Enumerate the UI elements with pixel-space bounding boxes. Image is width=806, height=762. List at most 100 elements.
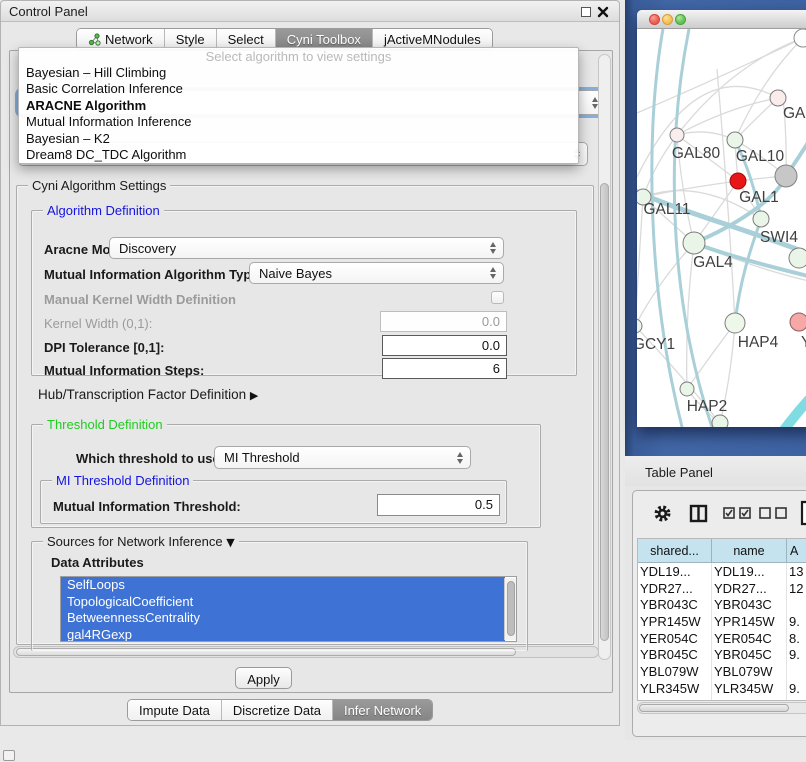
network-node-hap2[interactable] [680, 382, 694, 396]
table-row[interactable]: YDR27...YDR27...12 [638, 580, 806, 597]
close-icon[interactable] [597, 6, 609, 18]
column-header[interactable]: shared... [638, 539, 712, 562]
kernel-width-label: Kernel Width (0,1): [44, 316, 152, 331]
mi-algorithm-type-combobox[interactable]: Naive Bayes [249, 262, 504, 284]
table-cell: 9. [787, 646, 806, 663]
new-table-icon[interactable] [800, 500, 806, 526]
network-node-gal[interactable] [770, 90, 786, 106]
table-row[interactable]: YBR045CYBR045C9. [638, 646, 806, 663]
table-cell: YBR045C [638, 646, 712, 663]
table-cell: 9. [787, 613, 806, 630]
table-horizontal-scrollbar[interactable] [637, 702, 806, 714]
tab-discretize-data[interactable]: Discretize Data [222, 700, 333, 720]
cyni-algorithm-settings-group: Cyni Algorithm Settings Algorithm Defini… [16, 185, 594, 645]
algorithm-option[interactable]: Mutual Information Inference [19, 114, 578, 130]
tab-jactivemnodules[interactable]: jActiveMNodules [373, 29, 492, 49]
mi-steps-label: Mutual Information Steps: [44, 363, 204, 378]
kernel-width-field[interactable]: 0.0 [380, 311, 507, 332]
column-header[interactable]: name [712, 539, 787, 562]
tab-impute-data[interactable]: Impute Data [128, 700, 222, 720]
network-edge [643, 181, 738, 197]
algorithm-option[interactable]: ARACNE Algorithm [19, 98, 578, 114]
table-panel: Table Panel [625, 456, 806, 740]
table-scrollbar-thumb[interactable] [639, 704, 789, 712]
which-threshold-combobox[interactable]: MI Threshold [214, 446, 471, 469]
network-node[interactable] [794, 29, 806, 47]
table-cell: YDL19... [712, 563, 787, 580]
table-cell: YIL052C [712, 697, 787, 702]
table-cell: YDL19... [638, 563, 712, 580]
table-row[interactable]: YIL052CYIL052C9 [638, 697, 806, 702]
network-node[interactable] [789, 248, 806, 268]
algorithm-definition-group: Algorithm Definition Aracne Mode: Discov… [31, 210, 577, 376]
settings-vertical-scrollbar[interactable] [598, 54, 611, 660]
algorithm-option[interactable]: Basic Correlation Inference [19, 81, 578, 97]
tab-network[interactable]: Network [77, 29, 165, 49]
network-node-hap4[interactable] [725, 313, 745, 333]
network-node-gal10[interactable] [727, 132, 743, 148]
mi-steps-field[interactable]: 6 [382, 358, 507, 379]
vertical-scrollbar-thumb[interactable] [600, 183, 609, 641]
mi-threshold-field[interactable]: 0.5 [377, 494, 500, 516]
which-threshold-label: Which threshold to use: [76, 451, 224, 466]
tab-style[interactable]: Style [165, 29, 217, 49]
list-scrollbar[interactable] [504, 578, 516, 640]
table-row[interactable]: YPR145WYPR145W9. [638, 613, 806, 630]
close-traffic-light[interactable] [649, 14, 660, 25]
collapsed-panel-icon[interactable] [3, 750, 15, 761]
sources-group: Sources for Network Inference ▼ Data Att… [31, 541, 528, 651]
zoom-traffic-light[interactable] [675, 14, 686, 25]
network-node-gal1[interactable] [730, 173, 746, 189]
data-attributes-list[interactable]: SelfLoopsTopologicalCoefficientBetweenne… [60, 576, 517, 642]
aracne-mode-combobox[interactable]: Discovery [109, 237, 504, 259]
manual-kernel-width-checkbox[interactable] [491, 291, 504, 304]
control-panel-window: Control Panel Network Style SelectCyni Too… [0, 0, 620, 726]
tab-cyni-toolbox[interactable]: Cyni Toolbox [276, 29, 373, 49]
columns-icon[interactable] [689, 504, 708, 523]
network-node[interactable] [775, 165, 797, 187]
table-cell: 8. [787, 630, 806, 647]
network-node-gcy1[interactable] [637, 319, 642, 333]
network-node[interactable] [712, 415, 728, 427]
network-edge-highlighted [769, 395, 806, 427]
sources-group-title[interactable]: Sources for Network Inference ▼ [43, 534, 239, 549]
tab-infer-network[interactable]: Infer Network [333, 700, 432, 720]
network-node-gal4[interactable] [683, 232, 705, 254]
attribute-list-item[interactable]: SelfLoops [61, 577, 505, 594]
settings-group-title: Cyni Algorithm Settings [28, 178, 170, 193]
float-panel-icon[interactable] [581, 7, 591, 17]
algorithm-option[interactable]: Dream8 DC_TDC Algorithm [19, 147, 578, 163]
deselect-all-checkboxes-icon[interactable] [759, 507, 788, 519]
table-row[interactable]: YDL19...YDL19...13 [638, 563, 806, 580]
select-all-checkboxes-icon[interactable] [723, 507, 752, 519]
algorithm-option[interactable]: Bayesian – Hill Climbing [19, 65, 578, 81]
mi-threshold-group: MI Threshold Definition Mutual Informati… [40, 480, 507, 524]
manual-kernel-width-label: Manual Kernel Width Definition [44, 292, 236, 307]
attribute-list-item[interactable]: TopologicalCoefficient [61, 594, 505, 611]
dpi-tolerance-field[interactable]: 0.0 [382, 335, 507, 356]
attribute-list-item[interactable]: gal4RGexp [61, 627, 505, 642]
network-node-gal80[interactable] [670, 128, 684, 142]
table-row[interactable]: YER054CYER054C8. [638, 630, 806, 647]
attribute-list-item[interactable]: BetweennessCentrality [61, 610, 505, 627]
table-row[interactable]: YBR043CYBR043C [638, 596, 806, 613]
table-cell: 12 [787, 580, 806, 597]
minimize-traffic-light[interactable] [662, 14, 673, 25]
network-node-swi4[interactable] [753, 211, 769, 227]
algorithm-option[interactable]: Bayesian – K2 [19, 131, 578, 147]
network-canvas[interactable]: GALGAL80GAL10GAL1GAL11SWI4GAL4GCY1HAP4YH… [637, 29, 806, 427]
table-row[interactable]: YBL079WYBL079W [638, 663, 806, 680]
gear-icon[interactable] [653, 504, 672, 523]
hub-definition-toggle[interactable]: Hub/Transcription Factor Definition ▶ [38, 387, 258, 402]
column-header[interactable]: A [787, 539, 806, 562]
tab-select[interactable]: Select [217, 29, 276, 49]
network-node-y[interactable] [790, 313, 806, 331]
apply-button[interactable]: Apply [235, 667, 292, 689]
node-label: HAP4 [738, 334, 779, 351]
list-scrollbar-thumb[interactable] [507, 581, 515, 636]
table-row[interactable]: YLR345WYLR345W9. [638, 680, 806, 697]
data-attributes-label: Data Attributes [51, 555, 144, 570]
tab-label: Style [176, 32, 205, 47]
control-panel-titlebar: Control Panel [1, 1, 619, 22]
mi-threshold-label: Mutual Information Threshold: [53, 499, 241, 514]
